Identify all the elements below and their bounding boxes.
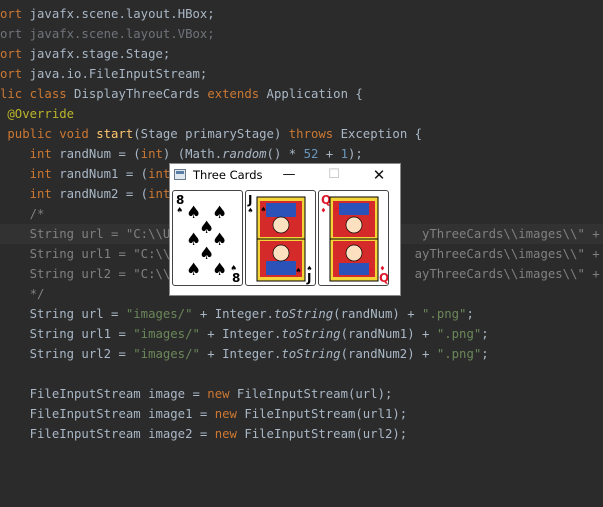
svg-text:♠: ♠	[261, 205, 266, 214]
svg-text:♦: ♦	[321, 206, 326, 215]
code-line: ort javafx.scene.layout.HBox;	[0, 7, 215, 21]
eight-of-spades-image: 8 ♠ ♠ ♠ ♠ ♠ ♠ ♠ ♠ ♠ ♠ 8	[176, 193, 240, 285]
code-line: String url1 = "images/" + Integer.toStri…	[0, 327, 489, 341]
svg-text:♦: ♦	[334, 205, 339, 214]
code-line: /*	[0, 207, 45, 221]
card1-rank-bottom: 8	[232, 271, 240, 285]
card-eight-of-spades: 8 ♠ ♠ ♠ ♠ ♠ ♠ ♠ ♠ ♠ ♠ 8	[172, 190, 243, 286]
code-line: public void start(Stage primaryStage) th…	[0, 127, 423, 141]
card3-rank-bottom: Q	[379, 271, 389, 285]
minimize-button[interactable]: —	[274, 164, 304, 187]
close-button[interactable]: ✕	[364, 164, 394, 187]
svg-text:♠: ♠	[212, 203, 227, 223]
card-jack-of-spades: J ♠ ♠ ♠ ♠ J	[245, 190, 316, 286]
code-line: FileInputStream image1 = new FileInputSt…	[0, 407, 408, 421]
maximize-button[interactable]: ☐	[319, 164, 349, 187]
code-line: int randNum2 = (int	[0, 187, 171, 201]
code-line: @Override	[7, 107, 75, 121]
window-title: Three Cards	[193, 168, 263, 182]
card2-rank-top: J	[247, 193, 252, 207]
code-line: String url = "images/" + Integer.toStrin…	[0, 307, 474, 321]
svg-text:♠: ♠	[212, 260, 227, 280]
svg-text:♠: ♠	[248, 206, 253, 215]
code-line: String url2 = "images/" + Integer.toStri…	[0, 347, 489, 361]
code-line: ort java.io.FileInputStream;	[0, 67, 208, 81]
card-queen-of-diamonds: Q ♦ ♦ ♦ ♦ Q	[318, 190, 389, 286]
svg-text:♦: ♦	[369, 266, 374, 275]
jack-of-spades-image: J ♠ ♠ ♠ ♠ J	[247, 193, 312, 285]
svg-text:♠: ♠	[296, 266, 301, 275]
code-line: lic class DisplayThreeCards extends Appl…	[0, 87, 363, 101]
svg-text:♠: ♠	[212, 230, 227, 250]
code-line: ort javafx.stage.Stage;	[0, 47, 171, 61]
window-titlebar[interactable]: Three Cards — ☐ ✕	[170, 164, 400, 187]
app-icon	[174, 169, 186, 180]
card1-rank-top: 8	[176, 193, 184, 207]
svg-text:♠: ♠	[186, 260, 201, 280]
code-line: ort javafx.scene.layout.VBox;	[0, 27, 215, 41]
card1-suit-top: ♠	[177, 206, 182, 216]
three-cards-window: Three Cards — ☐ ✕ 8 ♠ ♠ ♠ ♠ ♠ ♠ ♠ ♠ ♠ ♠ 8 J…	[169, 163, 401, 296]
code-line: FileInputStream image2 = new FileInputSt…	[0, 427, 408, 441]
code-line: */	[0, 287, 45, 301]
code-line: int randNum = (int) (Math.random() * 52 …	[0, 147, 363, 161]
queen-of-diamonds-image: Q ♦ ♦ ♦ ♦ Q	[321, 193, 389, 285]
code-line: int randNum1 = (int	[0, 167, 171, 181]
card2-rank-bottom: J	[306, 271, 311, 285]
code-line: FileInputStream image = new FileInputStr…	[0, 387, 393, 401]
